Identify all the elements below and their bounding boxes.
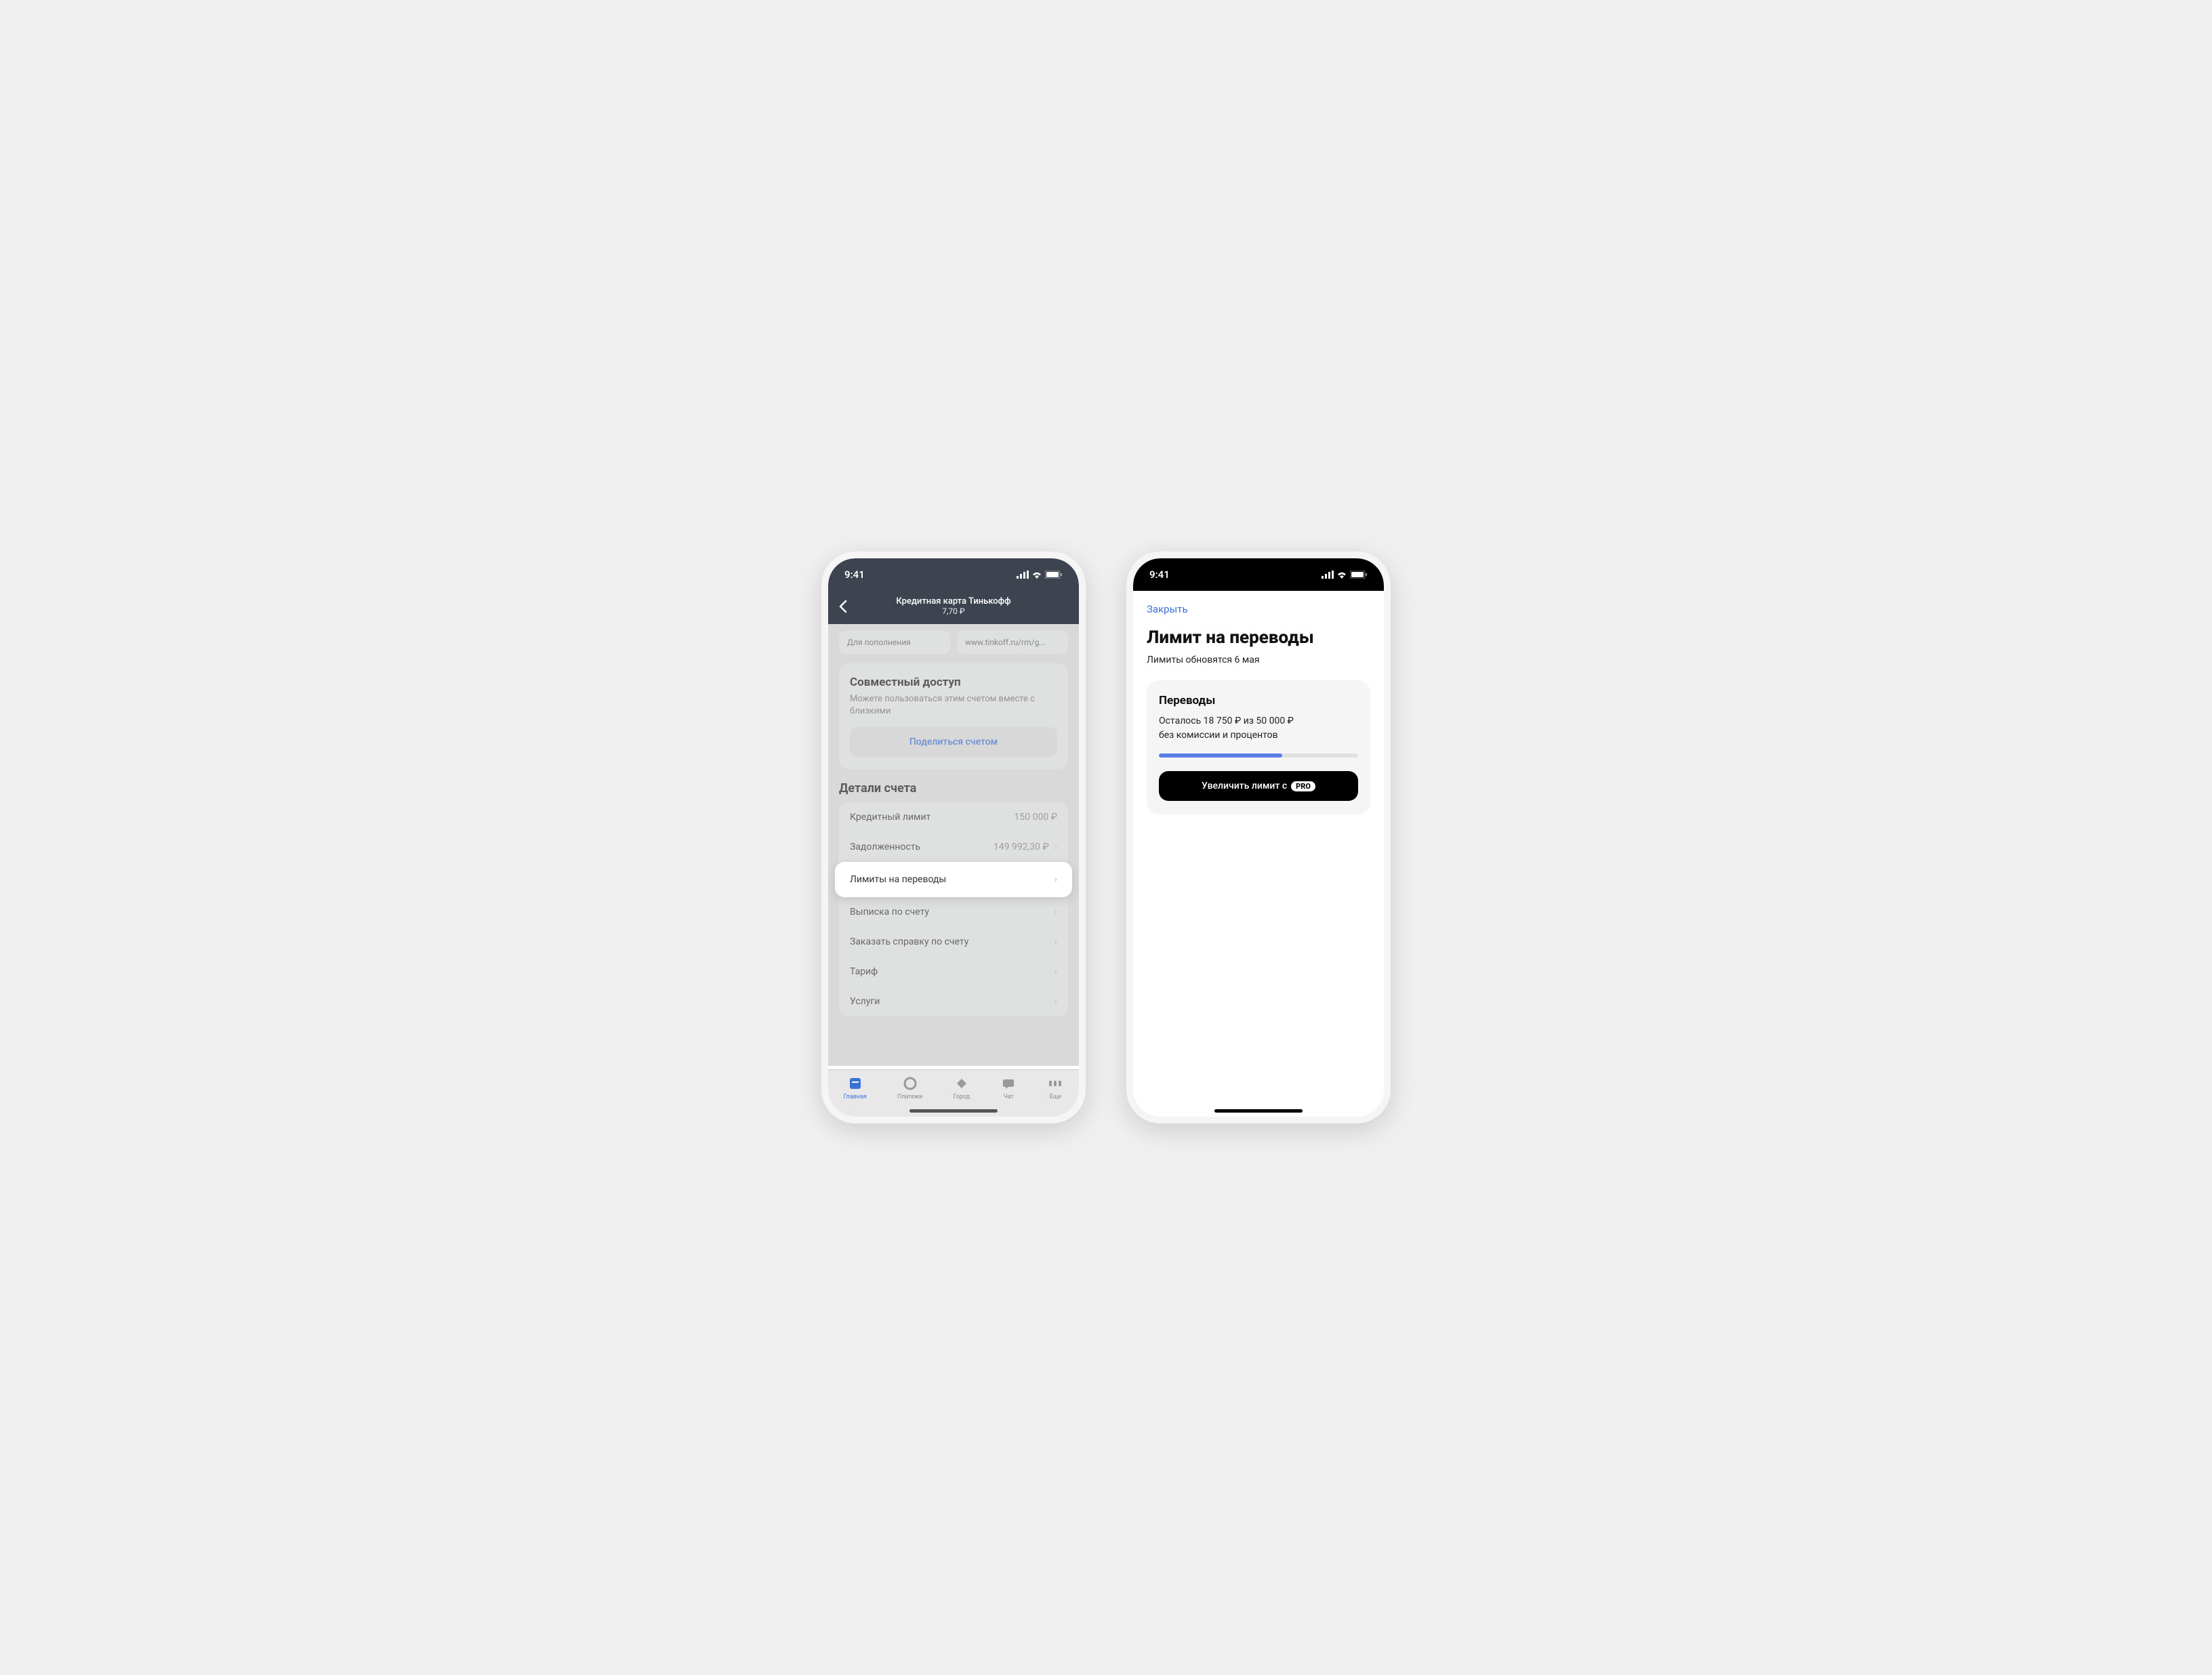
row-label: Тариф <box>850 966 878 977</box>
increase-limit-button[interactable]: Увеличить лимит с PRO <box>1159 771 1358 801</box>
city-icon <box>954 1075 970 1092</box>
battery-icon <box>1350 571 1368 579</box>
tab-more[interactable]: Еще <box>1047 1075 1063 1100</box>
back-button[interactable] <box>839 600 848 613</box>
notch <box>1204 558 1313 579</box>
page-subtitle: Лимиты обновятся 6 мая <box>1147 655 1370 665</box>
status-icons <box>1322 571 1368 579</box>
row-label: Заказать справку по счету <box>850 936 968 947</box>
row-statement[interactable]: Выписка по счету › <box>839 897 1068 927</box>
deposit-pill[interactable]: Для пополнения <box>839 631 950 654</box>
row-value: 150 000 ₽ <box>1015 812 1057 823</box>
nav-subtitle: 7,70 ₽ <box>857 606 1050 616</box>
home-indicator[interactable] <box>1214 1109 1303 1113</box>
details-heading: Детали счета <box>828 779 1079 802</box>
tab-label: Чат <box>1004 1094 1014 1100</box>
home-indicator[interactable] <box>909 1109 998 1113</box>
phone-right: 9:41 Закрыть Лимит на переводы Лимиты об… <box>1126 552 1391 1123</box>
payments-icon <box>902 1075 918 1092</box>
chevron-right-icon: › <box>1054 966 1057 977</box>
limit-card-title: Переводы <box>1159 694 1358 707</box>
row-transfer-limits[interactable]: Лимиты на переводы › <box>835 862 1072 897</box>
tab-label: Город <box>953 1094 970 1100</box>
tab-city[interactable]: Город <box>953 1075 970 1100</box>
button-text: Увеличить лимит с <box>1202 781 1287 791</box>
progress-bar <box>1159 753 1358 758</box>
row-order-statement[interactable]: Заказать справку по счету › <box>839 927 1068 957</box>
phone-left: 9:41 Кредитная карта Тинькофф 7,70 ₽ <box>821 552 1086 1123</box>
wifi-icon <box>1336 571 1347 579</box>
tab-payments[interactable]: Платежи <box>897 1075 922 1100</box>
chevron-right-icon: › <box>1054 874 1057 885</box>
nav-header: Кредитная карта Тинькофф 7,70 ₽ <box>828 591 1079 624</box>
row-credit-limit[interactable]: Кредитный лимит 150 000 ₽ <box>839 802 1068 832</box>
row-label: Лимиты на переводы <box>850 874 946 885</box>
chevron-right-icon: › <box>1054 996 1057 1007</box>
notch <box>899 558 1008 579</box>
status-icons <box>1017 571 1063 579</box>
content-area: Для пополнения www.tinkoff.ru/rm/g... Со… <box>828 624 1079 1066</box>
row-label: Кредитный лимит <box>850 812 930 823</box>
limit-line2: без комиссии и процентов <box>1159 730 1278 741</box>
row-debt[interactable]: Задолженность 149 992,30 ₽ › <box>839 832 1068 862</box>
limit-card: Переводы Осталось 18 750 ₽ из 50 000 ₽ б… <box>1147 680 1370 814</box>
tab-chat[interactable]: Чат <box>1000 1075 1017 1100</box>
row-tariff[interactable]: Тариф › <box>839 957 1068 987</box>
shared-access-card: Совместный доступ Можете пользоваться эт… <box>839 663 1068 769</box>
cellular-signal-icon <box>1017 571 1029 579</box>
share-account-button[interactable]: Поделиться счетом <box>850 727 1057 757</box>
cellular-signal-icon <box>1322 571 1334 579</box>
close-button[interactable]: Закрыть <box>1147 599 1370 627</box>
wifi-icon <box>1031 571 1042 579</box>
row-label: Услуги <box>850 996 880 1007</box>
content-area: Закрыть Лимит на переводы Лимиты обновят… <box>1133 591 1384 1117</box>
page-title: Лимит на переводы <box>1147 627 1370 648</box>
details-card: Кредитный лимит 150 000 ₽ Задолженность … <box>839 802 1068 1016</box>
tab-label: Еще <box>1050 1094 1061 1100</box>
limit-line1: Осталось 18 750 ₽ из 50 000 ₽ <box>1159 716 1294 726</box>
nav-title: Кредитная карта Тинькофф <box>857 596 1050 606</box>
limit-card-text: Осталось 18 750 ₽ из 50 000 ₽ без комисс… <box>1159 714 1358 743</box>
chat-icon <box>1000 1075 1017 1092</box>
tab-label: Платежи <box>897 1094 922 1100</box>
status-time: 9:41 <box>844 568 865 581</box>
row-value: 149 992,30 ₽ <box>994 842 1049 852</box>
chevron-right-icon: › <box>1054 907 1057 917</box>
shared-desc: Можете пользоваться этим счетом вместе с… <box>850 693 1057 718</box>
more-icon <box>1047 1075 1063 1092</box>
home-icon <box>847 1075 863 1092</box>
link-pill[interactable]: www.tinkoff.ru/rm/g... <box>957 631 1068 654</box>
status-time: 9:41 <box>1149 568 1170 581</box>
row-services[interactable]: Услуги › <box>839 987 1068 1016</box>
tab-home[interactable]: Главная <box>844 1075 867 1100</box>
shared-title: Совместный доступ <box>850 676 1057 689</box>
battery-icon <box>1045 571 1063 579</box>
chevron-right-icon: › <box>1054 936 1057 947</box>
row-label: Выписка по счету <box>850 907 929 917</box>
progress-fill <box>1159 753 1282 758</box>
tab-label: Главная <box>844 1094 867 1100</box>
row-label: Задолженность <box>850 842 920 852</box>
pro-badge: PRO <box>1291 781 1315 791</box>
chevron-right-icon: › <box>1054 842 1057 852</box>
